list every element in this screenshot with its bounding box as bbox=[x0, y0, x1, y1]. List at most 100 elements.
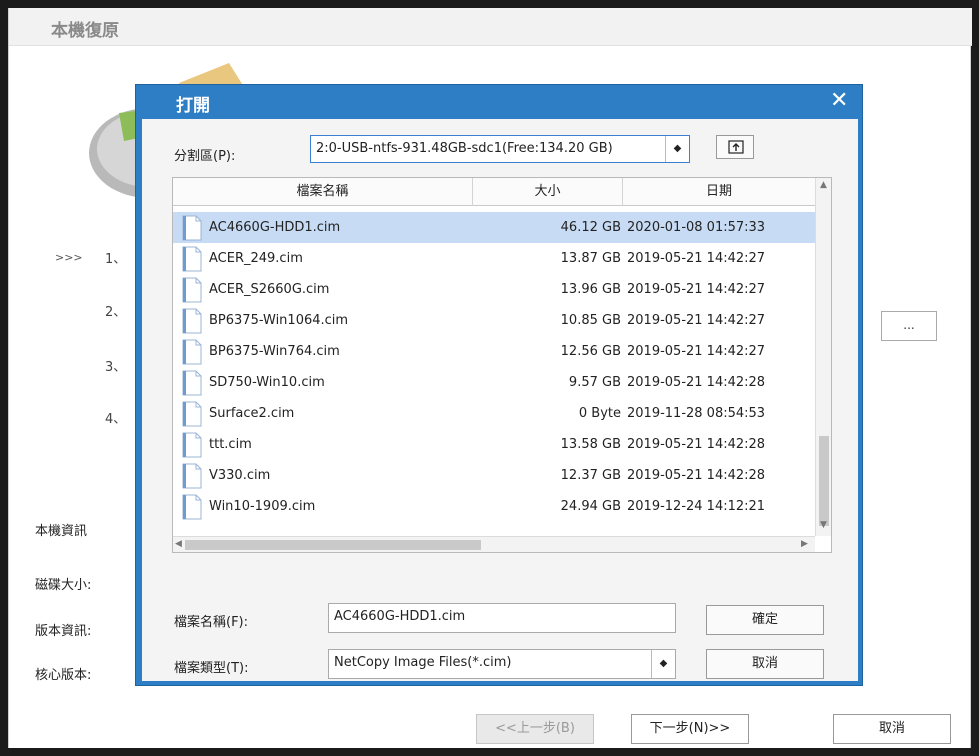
file-size: 9.57 GB bbox=[568, 375, 621, 390]
column-header-size[interactable]: 大小 bbox=[473, 178, 623, 206]
filetype-value: NetCopy Image Files(*.cim) bbox=[334, 655, 512, 670]
file-name-cell: ttt.cim bbox=[181, 429, 473, 460]
file-date: 2020-01-08 01:57:33 bbox=[627, 220, 766, 235]
table-row[interactable]: BP6375-Win764.cim 12.56 GB 2019-05-21 14:4… bbox=[173, 336, 815, 367]
step-4: 4、 bbox=[105, 412, 127, 427]
disk-size-label: 磁碟大小: bbox=[35, 578, 92, 593]
file-date: 2019-12-24 14:12:21 bbox=[627, 499, 766, 514]
file-name-cell: BP6375-Win764.cim bbox=[181, 336, 473, 367]
file-name: ACER_S2660G.cim bbox=[209, 282, 330, 297]
cancel-button[interactable]: 取消 bbox=[833, 714, 951, 744]
spin-arrows-icon: ◆ bbox=[651, 650, 675, 678]
file-date: 2019-05-21 14:42:28 bbox=[627, 375, 766, 390]
file-size: 0 Byte bbox=[578, 406, 621, 421]
current-step-marker: >>> bbox=[55, 251, 83, 264]
horizontal-scrollbar[interactable]: ◀ ▶ bbox=[173, 536, 815, 552]
table-row[interactable]: ACER_249.cim 13.87 GB 2019-05-21 14:42:27 bbox=[173, 243, 815, 274]
filetype-select[interactable]: NetCopy Image Files(*.cim) ◆ bbox=[328, 649, 676, 679]
ok-button[interactable]: 確定 bbox=[706, 605, 824, 635]
file-name: Win10-1909.cim bbox=[209, 499, 316, 514]
filename-label: 檔案名稱(F): bbox=[174, 615, 249, 630]
scroll-up-icon[interactable]: ▲ bbox=[820, 180, 827, 190]
file-icon bbox=[182, 370, 202, 396]
file-list-header: 檔案名稱 大小 日期 bbox=[173, 178, 815, 206]
partition-label: 分割區(P): bbox=[174, 149, 236, 164]
file-size: 13.96 GB bbox=[560, 282, 621, 297]
folder-up-icon bbox=[728, 140, 744, 154]
kernel-version-label: 核心版本: bbox=[35, 668, 92, 683]
file-name-cell: V330.cim bbox=[181, 460, 473, 491]
file-name: BP6375-Win1064.cim bbox=[209, 313, 349, 328]
file-name-cell: ACER_249.cim bbox=[181, 243, 473, 274]
dialog-body: 分割區(P): 2:0-USB-ntfs-931.48GB-sdc1(Free:… bbox=[142, 119, 858, 681]
open-file-dialog: 打開 ✕ 分割區(P): 2:0-USB-ntfs-931.48GB-sdc1(… bbox=[135, 84, 863, 686]
spin-arrows-icon: ◆ bbox=[665, 136, 689, 162]
next-step-button[interactable]: 下一步(N)>> bbox=[631, 714, 749, 744]
table-row[interactable]: Win10-1909.cim 24.94 GB 2019-12-24 14:12:2… bbox=[173, 491, 815, 522]
file-icon bbox=[182, 339, 202, 365]
step-2: 2、 bbox=[105, 305, 127, 320]
horizontal-scroll-thumb[interactable] bbox=[185, 540, 481, 550]
file-name: BP6375-Win764.cim bbox=[209, 344, 340, 359]
table-row[interactable]: AC4660G-HDD1.cim 46.12 GB 2020-01-08 01:57… bbox=[173, 212, 815, 243]
file-name-cell: BP6375-Win1064.cim bbox=[181, 305, 473, 336]
file-size: 10.85 GB bbox=[560, 313, 621, 328]
dialog-cancel-button[interactable]: 取消 bbox=[706, 649, 824, 679]
file-name: Surface2.cim bbox=[209, 406, 295, 421]
table-row[interactable]: BP6375-Win1064.cim 10.85 GB 2019-05-21 14:… bbox=[173, 305, 815, 336]
file-icon bbox=[182, 308, 202, 334]
file-name: SD750-Win10.cim bbox=[209, 375, 325, 390]
file-size: 13.87 GB bbox=[560, 251, 621, 266]
file-name-cell: SD750-Win10.cim bbox=[181, 367, 473, 398]
file-name-cell: Surface2.cim bbox=[181, 398, 473, 429]
file-date: 2019-11-28 08:54:53 bbox=[627, 406, 766, 421]
file-name: ACER_249.cim bbox=[209, 251, 303, 266]
file-size: 24.94 GB bbox=[560, 499, 621, 514]
parent-folder-button[interactable] bbox=[716, 135, 754, 159]
table-row[interactable]: SD750-Win10.cim 9.57 GB 2019-05-21 14:42:2… bbox=[173, 367, 815, 398]
file-icon bbox=[182, 277, 202, 303]
file-icon bbox=[182, 215, 202, 241]
file-icon bbox=[182, 401, 202, 427]
step-3: 3、 bbox=[105, 360, 127, 375]
file-date: 2019-05-21 14:42:27 bbox=[627, 344, 766, 359]
table-row[interactable]: ACER_S2660G.cim 13.96 GB 2019-05-21 14:42:… bbox=[173, 274, 815, 305]
app-header: 本機復原 bbox=[9, 8, 972, 46]
file-name-cell: ACER_S2660G.cim bbox=[181, 274, 473, 305]
file-icon bbox=[182, 463, 202, 489]
file-size: 46.12 GB bbox=[560, 220, 621, 235]
file-date: 2019-05-21 14:42:27 bbox=[627, 313, 766, 328]
file-size: 12.56 GB bbox=[560, 344, 621, 359]
close-icon[interactable]: ✕ bbox=[830, 89, 848, 113]
file-size: 13.58 GB bbox=[560, 437, 621, 452]
filename-value: AC4660G-HDD1.cim bbox=[334, 609, 466, 624]
scroll-left-icon[interactable]: ◀ bbox=[175, 539, 182, 549]
previous-step-button[interactable]: <<上一步(B) bbox=[476, 714, 594, 744]
table-row[interactable]: ttt.cim 13.58 GB 2019-05-21 14:42:28 bbox=[173, 429, 815, 460]
file-date: 2019-05-21 14:42:28 bbox=[627, 437, 766, 452]
file-name-cell: Win10-1909.cim bbox=[181, 491, 473, 522]
partition-select[interactable]: 2:0-USB-ntfs-931.48GB-sdc1(Free:134.20 G… bbox=[310, 135, 690, 163]
file-date: 2019-05-21 14:42:27 bbox=[627, 251, 766, 266]
filetype-label: 檔案類型(T): bbox=[174, 661, 249, 676]
file-name: V330.cim bbox=[209, 468, 271, 483]
file-icon bbox=[182, 246, 202, 272]
scroll-down-icon[interactable]: ▼ bbox=[820, 520, 827, 530]
file-list[interactable]: 檔案名稱 大小 日期 AC4660G-HDD1.cim 46.12 GB 2020-… bbox=[172, 177, 832, 553]
filename-input[interactable]: AC4660G-HDD1.cim bbox=[328, 603, 676, 633]
page-title: 本機復原 bbox=[51, 21, 119, 41]
file-date: 2019-05-21 14:42:28 bbox=[627, 468, 766, 483]
file-rows: AC4660G-HDD1.cim 46.12 GB 2020-01-08 01:57… bbox=[173, 212, 815, 522]
scroll-right-icon[interactable]: ▶ bbox=[801, 539, 808, 549]
file-size: 12.37 GB bbox=[560, 468, 621, 483]
file-name: AC4660G-HDD1.cim bbox=[209, 220, 341, 235]
table-row[interactable]: Surface2.cim 0 Byte 2019-11-28 08:54:53 bbox=[173, 398, 815, 429]
file-icon bbox=[182, 494, 202, 520]
table-row[interactable]: V330.cim 12.37 GB 2019-05-21 14:42:28 bbox=[173, 460, 815, 491]
vertical-scrollbar[interactable]: ▲ ▼ bbox=[815, 178, 831, 536]
column-header-date[interactable]: 日期 bbox=[623, 178, 815, 206]
column-header-name[interactable]: 檔案名稱 bbox=[173, 178, 473, 206]
vertical-scroll-thumb[interactable] bbox=[819, 436, 829, 526]
browse-button[interactable]: ... bbox=[881, 311, 937, 341]
file-name-cell: AC4660G-HDD1.cim bbox=[181, 212, 473, 243]
